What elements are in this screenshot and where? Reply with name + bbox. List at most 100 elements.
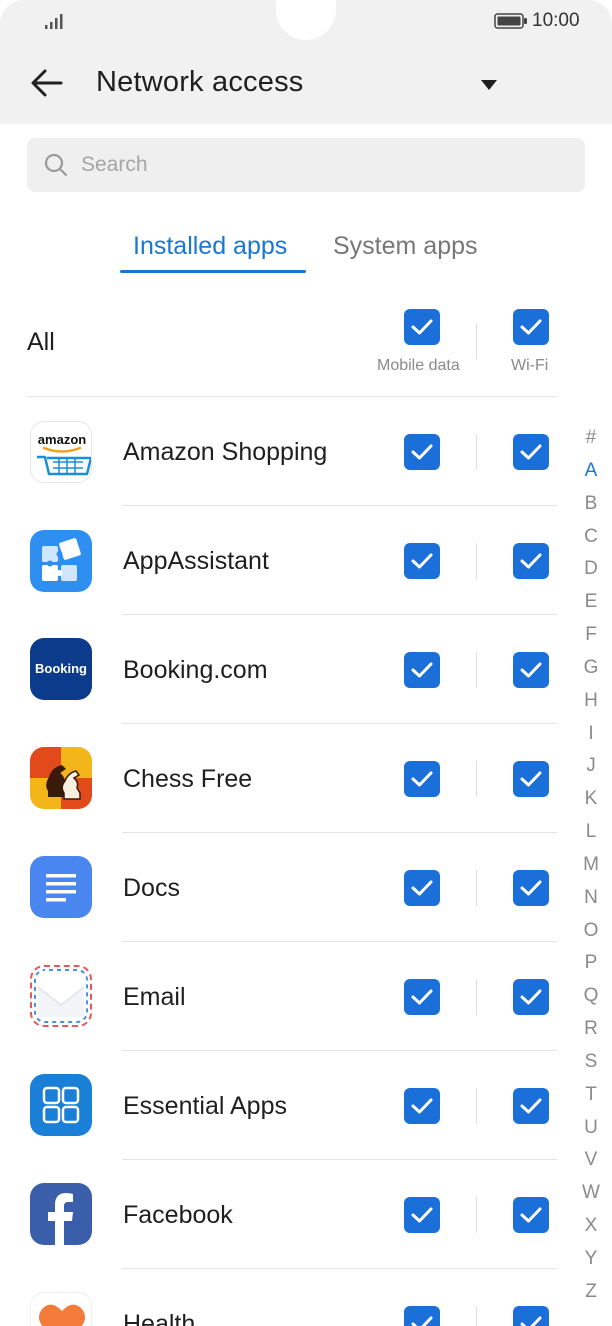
app-name: Docs	[123, 874, 180, 902]
checkmark-icon	[520, 771, 542, 787]
index-letter[interactable]: G	[576, 657, 606, 679]
wifi-checkbox[interactable]	[513, 434, 549, 470]
wifi-checkbox[interactable]	[513, 1088, 549, 1124]
index-letter[interactable]: H	[576, 690, 606, 712]
mobile-data-checkbox[interactable]	[404, 1197, 440, 1233]
index-letter[interactable]: A	[576, 460, 606, 482]
index-letter[interactable]: B	[576, 493, 606, 515]
status-time: 10:00	[532, 10, 580, 31]
index-letter[interactable]: P	[576, 952, 606, 974]
wifi-checkbox[interactable]	[513, 870, 549, 906]
index-letter[interactable]: O	[576, 920, 606, 942]
all-wifi-checkbox[interactable]	[513, 309, 549, 345]
checkmark-icon	[520, 553, 542, 569]
index-letter[interactable]: Q	[576, 985, 606, 1007]
column-divider	[476, 870, 477, 906]
index-letter[interactable]: V	[576, 1149, 606, 1171]
index-letter[interactable]: K	[576, 788, 606, 810]
wifi-checkbox[interactable]	[513, 1306, 549, 1326]
checkmark-icon	[520, 1098, 542, 1114]
wifi-checkbox[interactable]	[513, 652, 549, 688]
index-letter[interactable]: X	[576, 1215, 606, 1237]
index-letter[interactable]: I	[576, 723, 606, 745]
index-letter[interactable]: D	[576, 558, 606, 580]
index-letter[interactable]: J	[576, 755, 606, 777]
column-divider	[476, 323, 477, 359]
wifi-checkbox[interactable]	[513, 1197, 549, 1233]
checkmark-icon	[520, 989, 542, 1005]
index-letter[interactable]: #	[576, 427, 606, 449]
mobile-data-checkbox[interactable]	[404, 979, 440, 1015]
amazon-icon: amazon	[30, 421, 92, 483]
index-letter[interactable]: N	[576, 887, 606, 909]
checkmark-icon	[411, 444, 433, 460]
checkmark-icon	[411, 1207, 433, 1223]
checkmark-icon	[520, 319, 542, 335]
list-item[interactable]: Email	[0, 942, 612, 1051]
wifi-checkbox[interactable]	[513, 761, 549, 797]
column-divider	[476, 1306, 477, 1326]
back-arrow-icon[interactable]	[28, 64, 66, 102]
list-item[interactable]: amazon Amazon Shopping	[0, 397, 612, 506]
app-name: Facebook	[123, 1201, 233, 1229]
checkmark-icon	[411, 319, 433, 335]
index-letter[interactable]: S	[576, 1051, 606, 1073]
list-item[interactable]: Essential Apps	[0, 1051, 612, 1160]
app-name: Health	[123, 1310, 196, 1326]
column-divider	[476, 434, 477, 470]
index-letter[interactable]: E	[576, 591, 606, 613]
wifi-checkbox[interactable]	[513, 543, 549, 579]
wifi-checkbox[interactable]	[513, 979, 549, 1015]
mobile-data-checkbox[interactable]	[404, 543, 440, 579]
mobile-data-checkbox[interactable]	[404, 434, 440, 470]
column-divider	[476, 543, 477, 579]
index-letter[interactable]: M	[576, 854, 606, 876]
search-input[interactable]: Search	[81, 153, 148, 177]
dropdown-triangle-icon[interactable]	[479, 78, 499, 92]
column-divider	[476, 979, 477, 1015]
app-name: AppAssistant	[123, 547, 269, 575]
list-item[interactable]: Facebook	[0, 1160, 612, 1269]
checkmark-icon	[520, 880, 542, 896]
mobile-data-checkbox[interactable]	[404, 870, 440, 906]
index-letter[interactable]: F	[576, 624, 606, 646]
index-letter[interactable]: C	[576, 526, 606, 548]
index-letter[interactable]: T	[576, 1084, 606, 1106]
booking-icon: Booking	[30, 638, 92, 700]
health-icon	[30, 1292, 92, 1326]
checkmark-icon	[520, 662, 542, 678]
mobile-data-checkbox[interactable]	[404, 652, 440, 688]
amazon-icon-wordmark: amazon	[38, 432, 86, 447]
battery-icon	[494, 13, 527, 29]
page-title: Network access	[96, 66, 304, 98]
index-letter[interactable]: W	[576, 1182, 606, 1204]
column-divider	[476, 761, 477, 797]
column-divider	[476, 652, 477, 688]
mobile-data-checkbox[interactable]	[404, 761, 440, 797]
list-item[interactable]: Booking Booking.com	[0, 615, 612, 724]
checkmark-icon	[411, 771, 433, 787]
checkmark-icon	[411, 1098, 433, 1114]
screen-corner-left	[0, 0, 24, 24]
search-bar[interactable]: Search	[27, 138, 585, 192]
chess-icon	[30, 747, 92, 809]
index-letter[interactable]: Y	[576, 1248, 606, 1270]
mobile-data-checkbox[interactable]	[404, 1306, 440, 1326]
list-item[interactable]: AppAssistant	[0, 506, 612, 615]
wifi-column-label: Wi-Fi	[511, 357, 549, 374]
docs-icon	[30, 856, 92, 918]
app-name: Booking.com	[123, 656, 268, 684]
checkmark-icon	[411, 553, 433, 569]
tab-installed-apps[interactable]: Installed apps	[133, 232, 287, 261]
list-item[interactable]: Chess Free	[0, 724, 612, 833]
index-letter[interactable]: L	[576, 821, 606, 843]
index-letter[interactable]: R	[576, 1018, 606, 1040]
mobile-data-checkbox[interactable]	[404, 1088, 440, 1124]
index-letter[interactable]: Z	[576, 1281, 606, 1303]
list-item[interactable]: Health	[0, 1269, 612, 1326]
checkmark-icon	[411, 1316, 433, 1326]
tab-system-apps[interactable]: System apps	[333, 232, 478, 261]
index-letter[interactable]: U	[576, 1117, 606, 1139]
all-mobile-data-checkbox[interactable]	[404, 309, 440, 345]
list-item[interactable]: Docs	[0, 833, 612, 942]
